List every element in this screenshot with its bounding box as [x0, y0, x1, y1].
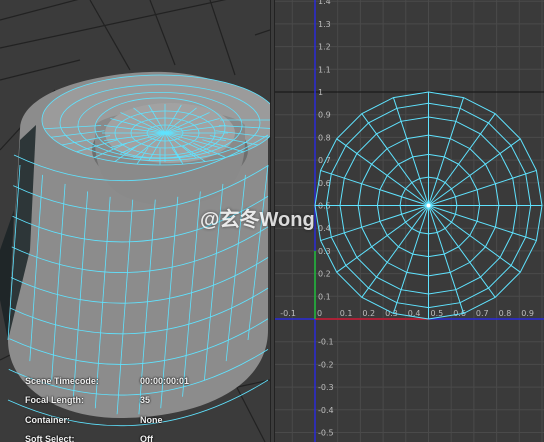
u-tick-label: 0.7 — [476, 309, 489, 318]
u-tick-label: 0.2 — [362, 309, 375, 318]
hud-label: Soft Select: — [25, 434, 75, 442]
watermark: @玄冬Wong — [200, 209, 315, 231]
hud-value: None — [140, 415, 163, 425]
hud-value: Off — [140, 434, 153, 442]
hud-value: 35 — [140, 395, 151, 405]
uv-editor-canvas[interactable]: 1.41.31.21.110.90.80.70.60.50.40.30.20.1… — [275, 0, 544, 442]
hud-label: Scene Timecode: — [25, 376, 99, 386]
v-tick-label: 0.2 — [318, 270, 331, 279]
v-tick-label: 1.4 — [318, 0, 331, 6]
uv-editor-panel[interactable]: 1.4 1.3 1.2 1.1 1 0.9 0.8 0.7 0.6 0.5 0.4 0.3 0.2 0.1… — [275, 0, 544, 442]
v-tick-label: -0.5 — [318, 429, 334, 438]
v-tick-label: 0.4 — [318, 224, 331, 233]
hud-row-focal-length: Focal Length: 35 — [25, 395, 265, 409]
hud-row-scene-timecode: Scene Timecode: 00:00:00:01 — [25, 376, 265, 390]
hud-value: 00:00:00:01 — [140, 376, 190, 386]
uv-shell[interactable] — [314, 91, 543, 320]
v-tick-label: -0.1 — [318, 338, 334, 347]
v-tick-label: 0.1 — [318, 292, 331, 301]
u-tick-label: 0.9 — [521, 309, 534, 318]
u-tick-label: -0.1 — [280, 309, 296, 318]
hud-label: Focal Length: — [25, 395, 84, 405]
v-tick-label: 1 — [318, 88, 323, 97]
v-tick-label: -0.4 — [318, 406, 334, 415]
v-tick-label: 0.8 — [318, 133, 331, 142]
v-tick-label: 1.2 — [318, 43, 331, 52]
v-tick-label: -0.2 — [318, 360, 334, 369]
u-tick-label: 0.8 — [499, 309, 512, 318]
v-tick-label: 1.1 — [318, 65, 331, 74]
hud-row-soft-select: Soft Select: Off — [25, 434, 265, 442]
v-tick-label: 0.9 — [318, 111, 331, 120]
uv-center-vertex — [426, 203, 431, 208]
u-tick-label: 0.1 — [340, 309, 353, 318]
hud-row-container: Container: None — [25, 415, 265, 429]
viewport-hud: Scene Timecode: 00:00:00:01 Focal Length… — [0, 372, 270, 442]
hud-label: Container: — [25, 415, 70, 425]
v-tick-label: 1.3 — [318, 20, 331, 29]
v-tick-label: -0.3 — [318, 383, 334, 392]
u-tick-label: 0 — [317, 309, 322, 318]
